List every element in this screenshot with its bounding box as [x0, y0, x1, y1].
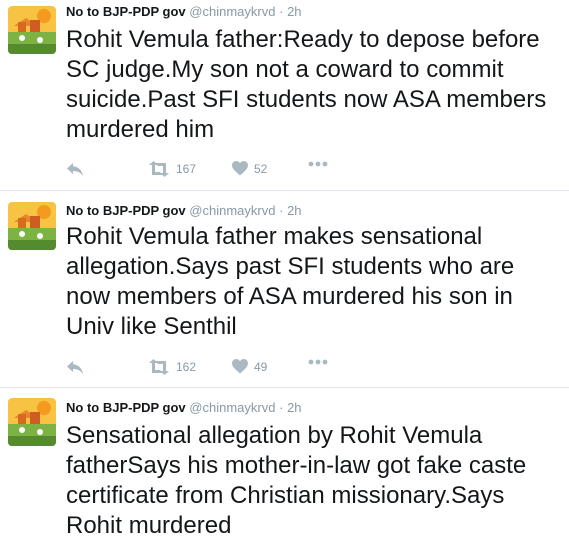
tweet[interactable]: No to BJP-PDP gov @chinmaykrvd · 2h Sens… — [0, 390, 569, 553]
more-button[interactable] — [308, 161, 328, 167]
tweet-text: Sensational allegation by Rohit Vemula f… — [66, 422, 527, 539]
retweet-count: 167 — [176, 162, 197, 176]
heart-icon — [232, 161, 248, 176]
more-button[interactable] — [308, 359, 328, 365]
tweet-text: Rohit Vemula father makes sensational al… — [66, 223, 515, 340]
like-button[interactable]: 52 — [232, 161, 267, 176]
tweet[interactable]: No to BJP-PDP gov @chinmaykrvd · 2h Rohi… — [0, 195, 569, 385]
avatar[interactable] — [8, 202, 56, 250]
user-handle[interactable]: @chinmaykrvd — [189, 400, 275, 415]
tweet-actions: 162 49 — [66, 359, 366, 379]
reply-button[interactable] — [66, 161, 84, 177]
like-button[interactable]: 49 — [232, 359, 267, 374]
like-count: 52 — [254, 161, 268, 176]
more-icon — [308, 359, 328, 365]
retweet-count: 162 — [176, 360, 197, 374]
tweet-divider — [0, 190, 569, 191]
reply-button[interactable] — [66, 359, 84, 375]
tweet-header: No to BJP-PDP gov @chinmaykrvd · 2h — [66, 400, 302, 415]
tweet-actions: 167 52 — [66, 161, 366, 181]
user-handle[interactable]: @chinmaykrvd — [189, 4, 275, 19]
timestamp[interactable]: 2h — [287, 4, 301, 19]
tweet-header: No to BJP-PDP gov @chinmaykrvd · 2h — [66, 4, 302, 19]
retweet-button[interactable]: 167 — [148, 161, 196, 177]
avatar[interactable] — [8, 398, 56, 446]
display-name[interactable]: No to BJP-PDP gov — [66, 203, 186, 218]
avatar[interactable] — [8, 6, 56, 54]
separator: · — [279, 4, 284, 19]
reply-icon — [67, 163, 83, 176]
retweet-icon — [149, 359, 169, 375]
like-count: 49 — [254, 359, 268, 374]
tweet-divider — [0, 387, 569, 388]
retweet-button[interactable]: 162 — [148, 359, 196, 375]
timestamp[interactable]: 2h — [287, 400, 301, 415]
separator: · — [279, 203, 284, 218]
timestamp[interactable]: 2h — [287, 203, 301, 218]
more-icon — [308, 161, 328, 167]
tweet-text: Rohit Vemula father:Ready to depose befo… — [66, 26, 547, 143]
display-name[interactable]: No to BJP-PDP gov — [66, 4, 186, 19]
retweet-icon — [149, 161, 169, 177]
user-handle[interactable]: @chinmaykrvd — [189, 203, 275, 218]
display-name[interactable]: No to BJP-PDP gov — [66, 400, 186, 415]
reply-icon — [67, 361, 83, 374]
tweet[interactable]: No to BJP-PDP gov @chinmaykrvd · 2h Rohi… — [0, 0, 569, 190]
tweet-header: No to BJP-PDP gov @chinmaykrvd · 2h — [66, 203, 302, 218]
heart-icon — [232, 359, 248, 374]
separator: · — [279, 400, 284, 415]
